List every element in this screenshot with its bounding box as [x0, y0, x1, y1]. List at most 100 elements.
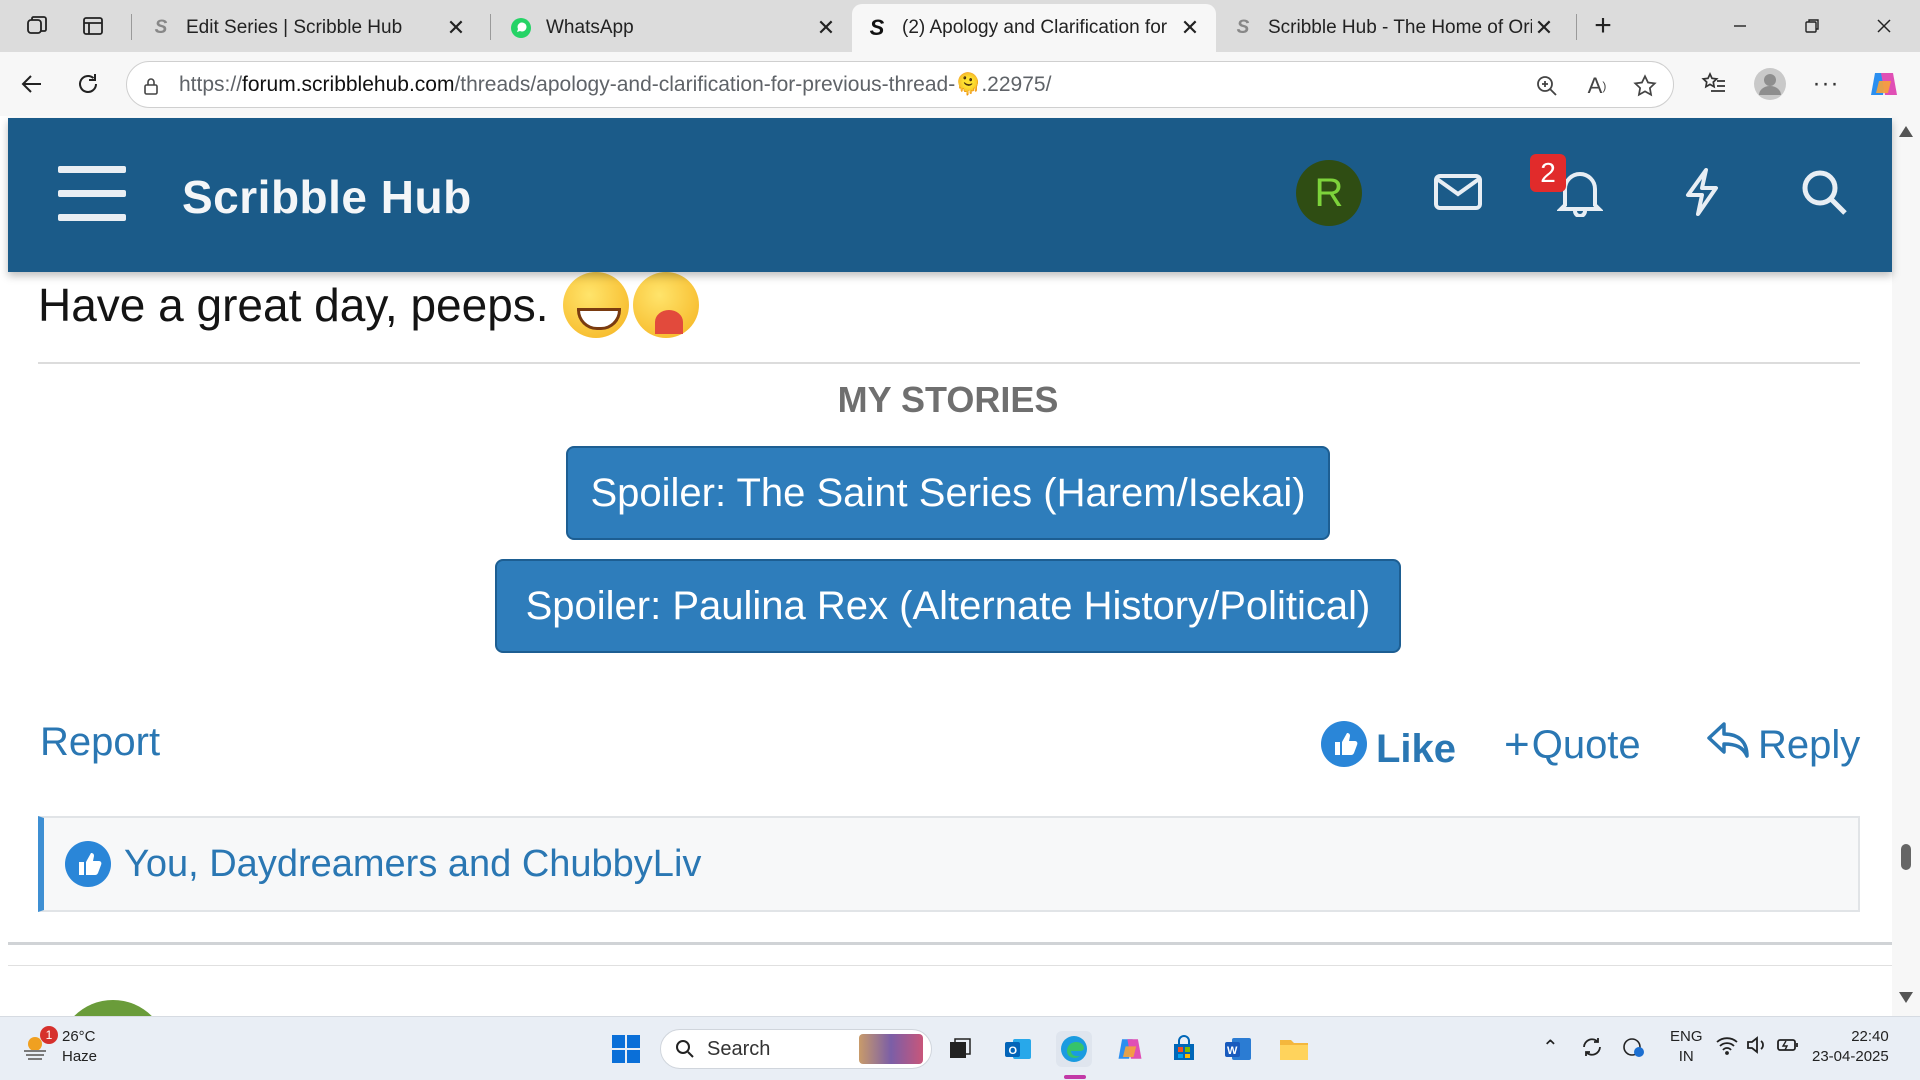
active-app-indicator — [1064, 1075, 1086, 1079]
taskbar-search[interactable]: Search — [660, 1029, 932, 1069]
refresh-button[interactable] — [68, 64, 108, 104]
lock-icon[interactable] — [137, 72, 165, 100]
thumbs-up-icon — [1320, 720, 1376, 778]
haze-weather-icon: 1 — [20, 1026, 58, 1062]
network-status-icon[interactable] — [1622, 1035, 1646, 1063]
scroll-down-arrow-icon[interactable] — [1899, 992, 1913, 1003]
favorite-star-icon[interactable] — [1631, 72, 1659, 100]
clock-time: 22:40 — [1851, 1028, 1889, 1045]
mail-icon[interactable] — [1428, 162, 1488, 222]
search-icon[interactable] — [1794, 162, 1854, 222]
quote-button[interactable]: + Quote — [1504, 720, 1641, 770]
word-icon[interactable]: W — [1220, 1031, 1256, 1067]
closing-text: Have a great day, peeps. — [38, 279, 549, 331]
new-tab-button[interactable]: + — [1586, 9, 1620, 42]
edge-browser-icon[interactable] — [1056, 1031, 1092, 1067]
battery-icon[interactable] — [1776, 1035, 1800, 1059]
close-icon[interactable]: ✕ — [1532, 15, 1556, 41]
minimize-button[interactable] — [1720, 8, 1760, 44]
windows-taskbar: 1 26°C Haze Search O W ⌃ ENG IN 22:40 23… — [0, 1016, 1920, 1080]
region-code: IN — [1678, 1048, 1694, 1065]
microsoft-store-icon[interactable] — [1166, 1031, 1202, 1067]
tab-edit-series[interactable]: S Edit Series | Scribble Hub ✕ — [136, 4, 482, 52]
workspaces-icon[interactable] — [20, 10, 54, 42]
tab-whatsapp[interactable]: WhatsApp ✕ — [496, 4, 852, 52]
zoom-icon[interactable] — [1533, 72, 1561, 100]
close-icon[interactable]: ✕ — [1178, 15, 1202, 41]
reply-label: Reply — [1758, 722, 1861, 767]
url-text[interactable]: https://forum.scribblehub.com/threads/ap… — [179, 73, 1051, 97]
search-highlight-icon — [859, 1034, 923, 1064]
spoiler-button-saint-series[interactable]: Spoiler: The Saint Series (Harem/Isekai) — [566, 446, 1330, 540]
reactions-bar[interactable]: You, Daydreamers and ChubbyLiv — [38, 816, 1860, 912]
tab-title: Scribble Hub - The Home of Ori — [1268, 17, 1532, 38]
tab-apology-thread[interactable]: S (2) Apology and Clarification for ✕ — [852, 4, 1216, 52]
web-page: Scribble Hub R 2 Have a great day, peeps… — [0, 116, 1920, 1016]
show-hidden-icons-chevron-icon[interactable]: ⌃ — [1542, 1035, 1559, 1060]
thumbs-up-icon — [64, 840, 112, 888]
scrollbar-thumb[interactable] — [1901, 844, 1911, 870]
reply-arrow-icon — [1706, 720, 1758, 770]
favorites-icon[interactable] — [1694, 64, 1734, 104]
outlook-icon[interactable]: O — [1000, 1031, 1036, 1067]
address-bar[interactable]: https://forum.scribblehub.com/threads/ap… — [126, 61, 1674, 108]
next-post-avatar[interactable] — [58, 1000, 168, 1016]
notification-badge: 2 — [1530, 154, 1566, 192]
search-placeholder: Search — [707, 1037, 771, 1060]
smiling-hearts-emoji-icon — [632, 272, 699, 338]
scroll-up-arrow-icon[interactable] — [1899, 126, 1913, 137]
tab-title: (2) Apology and Clarification for — [902, 17, 1168, 38]
close-window-button[interactable] — [1864, 8, 1904, 44]
tab-title: WhatsApp — [546, 17, 634, 38]
whatsapp-icon — [510, 17, 532, 39]
spoiler-button-paulina-rex[interactable]: Spoiler: Paulina Rex (Alternate History/… — [495, 559, 1401, 653]
hamburger-menu-icon[interactable] — [58, 166, 126, 226]
lightning-icon[interactable] — [1672, 162, 1732, 222]
vertical-tabs-icon[interactable] — [76, 10, 110, 42]
likes-text[interactable]: You, Daydreamers and ChubbyLiv — [124, 843, 701, 886]
close-icon[interactable]: ✕ — [814, 15, 838, 41]
copilot-icon[interactable] — [1864, 64, 1904, 104]
language-code: ENG — [1670, 1028, 1703, 1045]
divider — [8, 942, 1892, 945]
search-icon — [675, 1039, 695, 1059]
like-button[interactable]: Like — [1320, 720, 1456, 778]
address-toolbar: https://forum.scribblehub.com/threads/ap… — [0, 52, 1920, 116]
back-button[interactable] — [12, 64, 52, 104]
weather-badge: 1 — [40, 1026, 58, 1044]
more-menu-icon[interactable]: ··· — [1806, 64, 1846, 104]
post-closing-line: Have a great day, peeps. — [38, 272, 699, 338]
system-clock[interactable]: 22:40 23-04-2025 — [1812, 1027, 1889, 1067]
svg-text:O: O — [1009, 1045, 1018, 1057]
like-label: Like — [1376, 726, 1457, 771]
wifi-icon[interactable] — [1716, 1035, 1738, 1059]
site-brand[interactable]: Scribble Hub — [182, 170, 472, 224]
read-aloud-icon[interactable]: A) — [1583, 72, 1611, 100]
close-icon[interactable]: ✕ — [444, 15, 468, 41]
scribblehub-icon: S — [869, 15, 885, 40]
tab-scribblehub-home[interactable]: S Scribble Hub - The Home of Ori ✕ — [1218, 4, 1570, 52]
plus-icon: + — [1504, 720, 1530, 769]
grinning-emoji-icon — [562, 272, 629, 338]
language-indicator[interactable]: ENG IN — [1670, 1027, 1703, 1067]
divider — [38, 362, 1860, 364]
svg-text:W: W — [1227, 1045, 1238, 1057]
profile-avatar-icon[interactable] — [1750, 64, 1790, 104]
sync-icon[interactable] — [1580, 1035, 1604, 1063]
windows-start-icon[interactable] — [608, 1031, 644, 1067]
copilot-app-icon[interactable] — [1112, 1031, 1148, 1067]
reply-button[interactable]: Reply — [1706, 720, 1860, 770]
browser-tab-strip: S Edit Series | Scribble Hub ✕ WhatsApp … — [0, 0, 1920, 52]
tab-title: Edit Series | Scribble Hub — [186, 17, 403, 38]
task-view-icon[interactable] — [942, 1031, 978, 1067]
weather-condition: Haze — [62, 1048, 98, 1065]
vertical-scrollbar[interactable] — [1892, 116, 1920, 1016]
scribblehub-icon: S — [154, 17, 168, 38]
user-avatar[interactable]: R — [1296, 160, 1362, 226]
restore-button[interactable] — [1792, 8, 1832, 44]
volume-icon[interactable] — [1746, 1035, 1768, 1059]
file-explorer-icon[interactable] — [1276, 1031, 1312, 1067]
weather-widget[interactable]: 1 26°C Haze — [20, 1026, 98, 1067]
scribblehub-icon: S — [1236, 17, 1250, 38]
report-link[interactable]: Report — [40, 720, 160, 765]
